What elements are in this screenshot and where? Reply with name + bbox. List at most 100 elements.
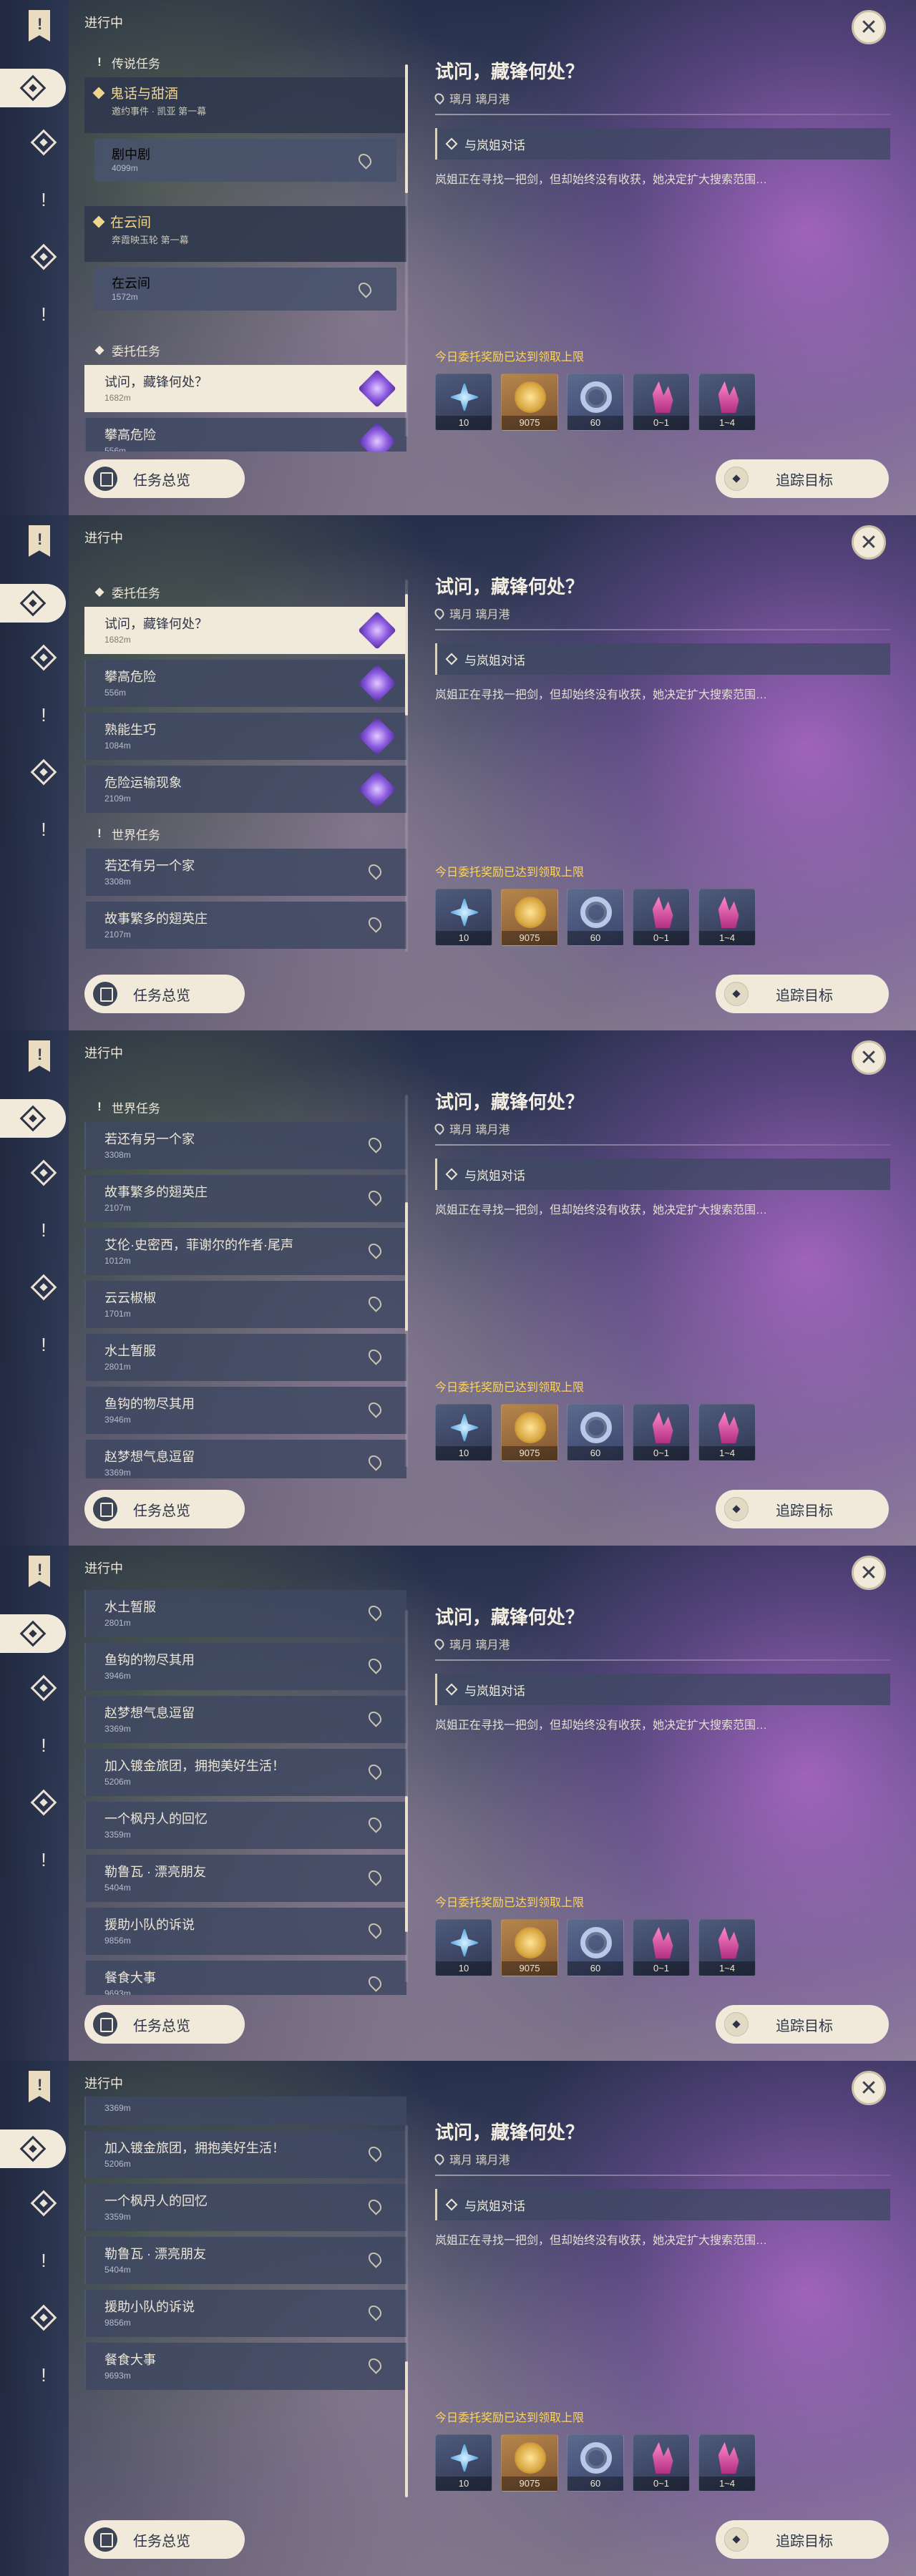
legend-quest-step[interactable]: 剧中剧 4099m xyxy=(94,139,396,182)
filter-all-icon[interactable] xyxy=(0,1614,66,1653)
scroll-thumb[interactable] xyxy=(405,594,408,716)
world-quest-item[interactable]: 故事繁多的翅英庄 2107m xyxy=(84,1175,406,1222)
close-button[interactable]: ✕ xyxy=(852,1040,886,1075)
reward-item[interactable]: 9075 xyxy=(501,889,558,946)
world-quest-item[interactable]: 加入镀金旅团，拥抱美好生活！ 5206m xyxy=(84,2131,406,2178)
world-quest-item[interactable]: 餐食大事 9693m xyxy=(84,2343,406,2390)
legend-quest-header[interactable]: 鬼话与甜酒 邀约事件 · 凯亚 第一幕 xyxy=(84,77,406,133)
filter-archon-icon[interactable] xyxy=(27,1156,60,1189)
reward-item[interactable]: 60 xyxy=(567,1404,624,1461)
reward-item[interactable]: 1~4 xyxy=(698,2434,756,2492)
reward-item[interactable]: 60 xyxy=(567,2434,624,2492)
filter-all-icon[interactable] xyxy=(0,1099,66,1138)
filter-all-icon[interactable] xyxy=(0,69,66,107)
list-scrollbar[interactable] xyxy=(405,64,408,436)
legend-quest-header[interactable]: 在云间 奔霞映玉轮 第一幕 xyxy=(84,206,406,262)
filter-commission-icon[interactable] xyxy=(27,756,60,789)
close-button[interactable]: ✕ xyxy=(852,10,886,44)
commission-item[interactable]: 熟能生巧 1084m xyxy=(84,713,406,760)
world-quest-item[interactable]: 水土暂服 2801m xyxy=(84,1334,406,1381)
filter-story-icon[interactable]: ! xyxy=(27,1843,60,1876)
world-quest-item[interactable]: 一个枫丹人的回忆 3359m xyxy=(84,1802,406,1849)
reward-item[interactable]: 0~1 xyxy=(633,2434,690,2492)
reward-item[interactable]: 10 xyxy=(435,889,492,946)
filter-commission-icon[interactable] xyxy=(27,1271,60,1304)
filter-archon-icon[interactable] xyxy=(27,641,60,674)
commission-item[interactable]: 攀高危险 556m xyxy=(84,660,406,707)
filter-story-icon[interactable]: ! xyxy=(27,1328,60,1361)
quest-overview-button[interactable]: 任务总览 xyxy=(84,975,245,1013)
commission-item[interactable]: 试问，藏锋何处？ 1682m xyxy=(84,607,406,654)
close-button[interactable]: ✕ xyxy=(852,1556,886,1590)
filter-world-icon[interactable]: ! xyxy=(27,1214,60,1246)
reward-item[interactable]: 0~1 xyxy=(633,889,690,946)
world-quest-item[interactable]: 若还有另一个家 3308m xyxy=(84,849,406,896)
world-quest-item[interactable]: 勒鲁瓦 · 漂亮朋友 5404m xyxy=(84,2237,406,2284)
reward-item[interactable]: 10 xyxy=(435,1919,492,1976)
world-quest-item[interactable]: 赵梦想气息逗留 3369m xyxy=(84,1696,406,1743)
world-quest-item[interactable]: 一个枫丹人的回忆 3359m xyxy=(84,2184,406,2231)
filter-story-icon[interactable]: ! xyxy=(27,298,60,331)
scroll-thumb[interactable] xyxy=(405,1202,408,1331)
scroll-thumb[interactable] xyxy=(405,2361,408,2497)
world-quest-item[interactable]: 若还有另一个家 3308m xyxy=(84,1122,406,1169)
track-target-button[interactable]: 追踪目标 xyxy=(716,2005,889,2044)
reward-item[interactable]: 1~4 xyxy=(698,1404,756,1461)
filter-world-icon[interactable]: ! xyxy=(27,2244,60,2277)
reward-item[interactable]: 0~1 xyxy=(633,374,690,431)
quest-book-icon[interactable]: ! xyxy=(29,1556,50,1587)
filter-story-icon[interactable]: ! xyxy=(27,813,60,846)
quest-book-icon[interactable]: ! xyxy=(29,1040,50,1072)
filter-archon-icon[interactable] xyxy=(27,2187,60,2220)
world-quest-item[interactable]: 水土暂服 2801m xyxy=(84,1590,406,1637)
reward-item[interactable]: 0~1 xyxy=(633,1404,690,1461)
reward-item[interactable]: 9075 xyxy=(501,374,558,431)
commission-item[interactable]: 试问，藏锋何处？ 1682m xyxy=(84,365,406,412)
track-target-button[interactable]: 追踪目标 xyxy=(716,1490,889,1528)
quest-book-icon[interactable]: ! xyxy=(29,2071,50,2102)
reward-item[interactable]: 0~1 xyxy=(633,1919,690,1976)
reward-item[interactable]: 9075 xyxy=(501,1404,558,1461)
filter-all-icon[interactable] xyxy=(0,584,66,623)
reward-item[interactable]: 1~4 xyxy=(698,1919,756,1976)
list-scrollbar[interactable] xyxy=(405,1095,408,1467)
reward-item[interactable]: 1~4 xyxy=(698,889,756,946)
legend-quest-step[interactable]: 在云间 1572m xyxy=(94,268,396,311)
filter-all-icon[interactable] xyxy=(0,2129,66,2168)
reward-item[interactable]: 10 xyxy=(435,374,492,431)
track-target-button[interactable]: 追踪目标 xyxy=(716,975,889,1013)
world-quest-item[interactable]: 援助小队的诉说 9856m xyxy=(84,1908,406,1955)
reward-item[interactable]: 1~4 xyxy=(698,374,756,431)
list-scrollbar[interactable] xyxy=(405,1610,408,1982)
list-scrollbar[interactable] xyxy=(405,2125,408,2497)
world-quest-item[interactable]: 援助小队的诉说 9856m xyxy=(84,2290,406,2337)
quest-overview-button[interactable]: 任务总览 xyxy=(84,2005,245,2044)
quest-book-icon[interactable]: ! xyxy=(29,10,50,42)
filter-commission-icon[interactable] xyxy=(27,2301,60,2334)
track-target-button[interactable]: 追踪目标 xyxy=(716,2520,889,2559)
close-button[interactable]: ✕ xyxy=(852,525,886,560)
commission-item[interactable]: 危险运输现象 2109m xyxy=(84,766,406,813)
filter-world-icon[interactable]: ! xyxy=(27,183,60,216)
world-quest-item[interactable]: 赵梦想气息逗留 3369m xyxy=(84,1440,406,1478)
world-quest-item[interactable]: 勒鲁瓦 · 漂亮朋友 5404m xyxy=(84,1855,406,1902)
filter-world-icon[interactable]: ! xyxy=(27,1729,60,1762)
filter-world-icon[interactable]: ! xyxy=(27,698,60,731)
world-quest-item[interactable]: 3369m xyxy=(84,2097,406,2125)
world-quest-item[interactable]: 故事繁多的翅英庄 2107m xyxy=(84,902,406,949)
world-quest-item[interactable]: 餐食大事 9693m xyxy=(84,1961,406,1995)
reward-item[interactable]: 10 xyxy=(435,2434,492,2492)
list-scrollbar[interactable] xyxy=(405,580,408,952)
world-quest-item[interactable]: 加入镀金旅团，拥抱美好生活！ 5206m xyxy=(84,1749,406,1796)
filter-commission-icon[interactable] xyxy=(27,240,60,273)
filter-story-icon[interactable]: ! xyxy=(27,2358,60,2391)
close-button[interactable]: ✕ xyxy=(852,2071,886,2105)
world-quest-item[interactable]: 云云椒椒 1701m xyxy=(84,1281,406,1328)
reward-item[interactable]: 60 xyxy=(567,889,624,946)
filter-commission-icon[interactable] xyxy=(27,1786,60,1819)
filter-archon-icon[interactable] xyxy=(27,1672,60,1704)
reward-item[interactable]: 10 xyxy=(435,1404,492,1461)
scroll-thumb[interactable] xyxy=(405,1796,408,1932)
world-quest-item[interactable]: 鱼钩的物尽其用 3946m xyxy=(84,1387,406,1434)
quest-book-icon[interactable]: ! xyxy=(29,525,50,557)
